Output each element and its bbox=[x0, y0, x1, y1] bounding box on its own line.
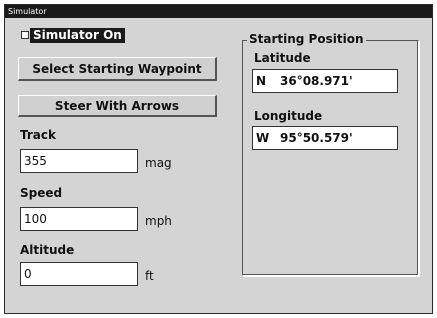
latitude-value: 36°08.971' bbox=[280, 74, 353, 88]
longitude-hemisphere: W bbox=[256, 131, 270, 145]
simulator-on-toggle[interactable]: Simulator On bbox=[21, 27, 125, 43]
speed-label: Speed bbox=[20, 186, 63, 200]
longitude-value: 95°50.579' bbox=[280, 131, 353, 145]
track-input[interactable]: 355 bbox=[20, 149, 138, 173]
steer-with-arrows-button[interactable]: Steer With Arrows bbox=[18, 95, 217, 117]
longitude-input[interactable]: W 95°50.579' bbox=[252, 126, 398, 150]
select-starting-waypoint-button[interactable]: Select Starting Waypoint bbox=[18, 57, 217, 81]
latitude-label: Latitude bbox=[254, 51, 311, 65]
track-label: Track bbox=[20, 128, 56, 142]
longitude-label: Longitude bbox=[254, 109, 323, 123]
starting-position-title: Starting Position bbox=[247, 32, 366, 46]
altitude-unit: ft bbox=[145, 269, 154, 283]
latitude-hemisphere: N bbox=[256, 74, 267, 88]
latitude-input[interactable]: N 36°08.971' bbox=[252, 69, 398, 93]
simulator-on-label[interactable]: Simulator On bbox=[30, 27, 125, 43]
simulator-on-checkbox[interactable] bbox=[21, 31, 29, 39]
speed-input[interactable]: 100 bbox=[20, 207, 138, 231]
speed-unit: mph bbox=[145, 214, 172, 228]
track-unit: mag bbox=[145, 156, 172, 170]
window-title: Simulator bbox=[5, 5, 432, 18]
altitude-label: Altitude bbox=[20, 243, 75, 257]
simulator-window: Simulator Simulator On Select Starting W… bbox=[4, 4, 433, 314]
altitude-input[interactable]: 0 bbox=[20, 262, 138, 286]
